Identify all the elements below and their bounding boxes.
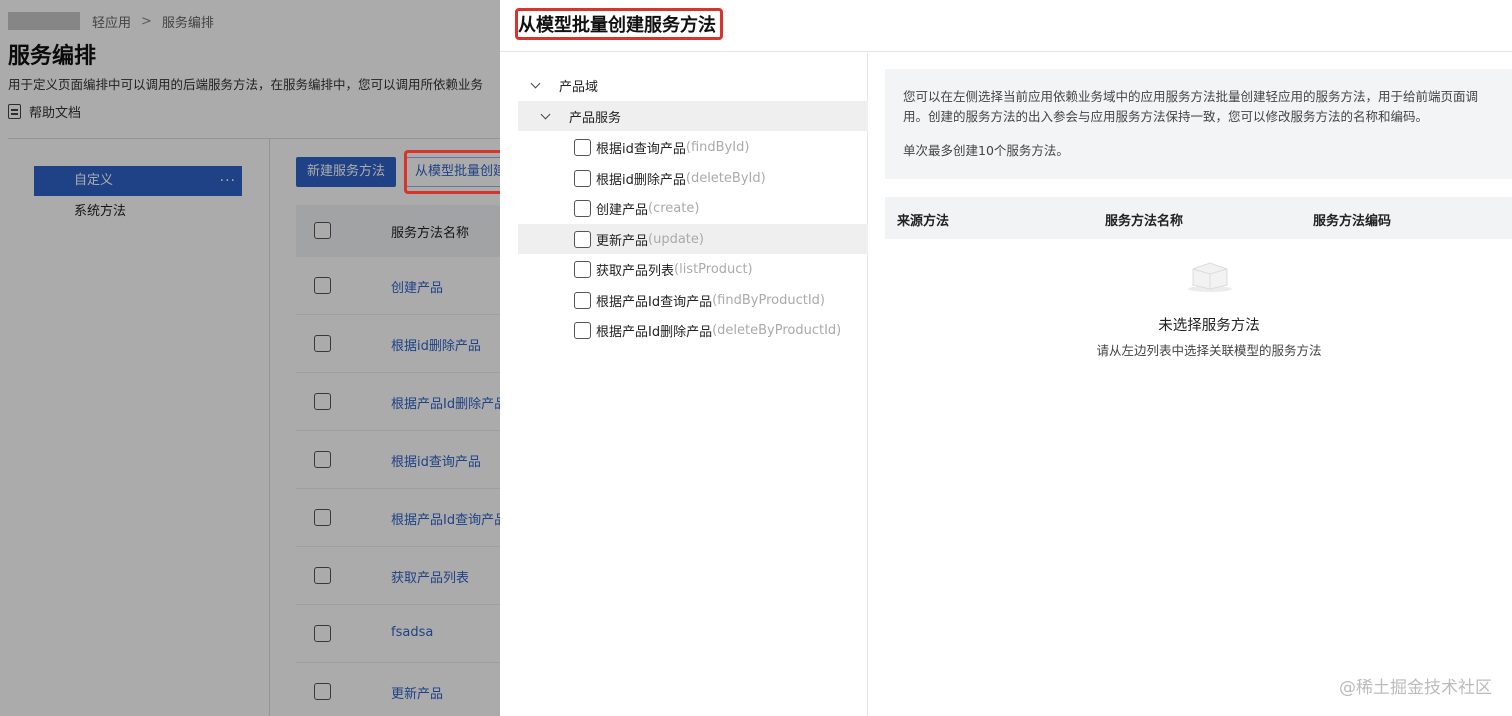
column-header-method-code: 服务方法编码 xyxy=(1313,214,1392,229)
tree-node-label: 产品域 xyxy=(559,79,599,95)
method-checkbox[interactable] xyxy=(574,260,591,278)
method-tree-panel: 产品域 产品服务 根据id查询产品 (findById) 根据id删除产品 (del… xyxy=(500,53,868,716)
tree-node-label: 产品服务 xyxy=(569,110,622,126)
column-header-source-method: 来源方法 xyxy=(897,214,950,229)
method-name: 创建产品 xyxy=(596,202,649,218)
info-notice: 您可以在左侧选择当前应用依赖业务域中的应用服务方法批量创建轻应用的服务方法，用于… xyxy=(885,69,1512,179)
tree-node-domain[interactable]: 产品域 xyxy=(518,70,868,100)
method-name: 根据id查询产品 xyxy=(596,141,686,157)
method-code: (deleteByProductId) xyxy=(712,322,842,338)
empty-state-title: 未选择服务方法 xyxy=(1158,318,1260,334)
method-name: 根据产品Id删除产品 xyxy=(596,324,713,340)
info-text-line: 您可以在左侧选择当前应用依赖业务域中的应用服务方法批量创建轻应用的服务方法，用于… xyxy=(903,89,1479,104)
tree-node-service[interactable]: 产品服务 xyxy=(518,101,868,131)
method-name: 更新产品 xyxy=(596,233,649,249)
method-name: 根据产品Id查询产品 xyxy=(596,294,713,310)
tree-method-item[interactable]: 根据id删除产品 (deleteById) xyxy=(518,163,868,193)
method-code: (deleteById) xyxy=(685,170,766,186)
highlight-box-drawer-title xyxy=(515,8,723,40)
method-checkbox[interactable] xyxy=(574,169,591,187)
tree-method-item[interactable]: 根据产品Id删除产品 (deleteByProductId) xyxy=(518,315,868,345)
method-checkbox[interactable] xyxy=(574,321,591,339)
empty-state-subtitle: 请从左边列表中选择关联模型的服务方法 xyxy=(1096,343,1322,358)
column-header-method-name: 服务方法名称 xyxy=(1105,214,1184,229)
method-name: 获取产品列表 xyxy=(596,263,675,279)
method-code: (update) xyxy=(648,231,704,247)
watermark: @稀土掘金技术社区 xyxy=(1339,678,1492,698)
chevron-down-icon[interactable] xyxy=(530,78,541,88)
method-name: 根据id删除产品 xyxy=(596,172,686,188)
selection-panel: 您可以在左侧选择当前应用依赖业务域中的应用服务方法批量创建轻应用的服务方法，用于… xyxy=(869,53,1512,716)
chevron-down-icon[interactable] xyxy=(540,109,551,119)
method-checkbox[interactable] xyxy=(574,199,591,217)
tree-method-item[interactable]: 根据产品Id查询产品 (findByProductId) xyxy=(518,285,868,315)
selected-table-header: 来源方法 服务方法名称 服务方法编码 xyxy=(885,197,1512,239)
method-code: (findByProductId) xyxy=(712,292,825,308)
method-code: (listProduct) xyxy=(674,261,753,277)
method-checkbox[interactable] xyxy=(574,138,591,156)
tree-method-item[interactable]: 更新产品 (update) xyxy=(518,224,868,254)
method-checkbox[interactable] xyxy=(574,291,591,309)
info-text-line: 用。创建的服务方法的出入参会与应用服务方法保持一致，您可以修改服务方法的名称和编… xyxy=(903,109,1429,124)
method-code: (create) xyxy=(648,200,700,216)
method-code: (findById) xyxy=(685,139,750,155)
tree-method-item[interactable]: 根据id查询产品 (findById) xyxy=(518,132,868,162)
tree-method-item[interactable]: 创建产品 (create) xyxy=(518,193,868,223)
batch-create-drawer: 从模型批量创建服务方法 产品域 产品服务 根据id查询产品 (findById) … xyxy=(500,0,1512,716)
method-checkbox[interactable] xyxy=(574,230,591,248)
tree-method-item[interactable]: 获取产品列表 (listProduct) xyxy=(518,254,868,284)
empty-box-icon xyxy=(1188,262,1232,292)
info-limit-text: 单次最多创建10个服务方法。 xyxy=(903,143,1069,158)
